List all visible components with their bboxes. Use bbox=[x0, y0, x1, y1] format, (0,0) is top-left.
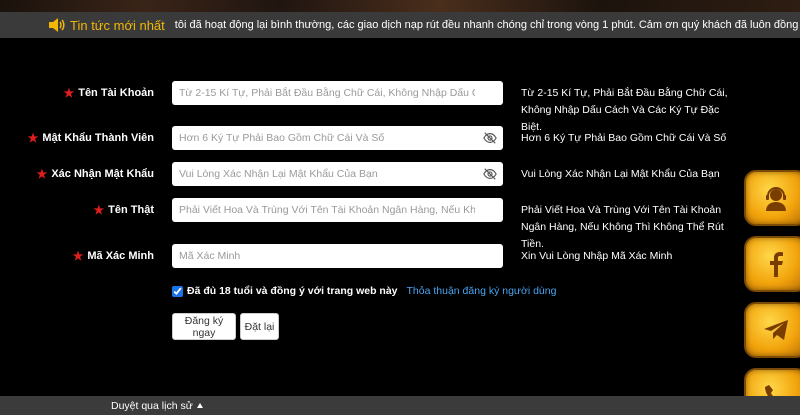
reset-button[interactable]: Đặt lại bbox=[240, 313, 279, 340]
verify-code-hint: Xin Vui Lòng Nhập Mã Xác Minh bbox=[521, 250, 673, 262]
confirm-password-hint: Vui Lòng Xác Nhận Lại Mật Khẩu Của Bạn bbox=[521, 168, 720, 180]
verify-code-input[interactable] bbox=[172, 244, 503, 268]
top-banner-image bbox=[0, 0, 800, 12]
required-star-icon: ★ bbox=[72, 249, 84, 263]
speaker-icon bbox=[49, 18, 65, 32]
agree-text: Đã đủ 18 tuổi và đồng ý với trang web nà… bbox=[187, 285, 398, 297]
verify-code-field[interactable] bbox=[172, 244, 503, 268]
news-ticker: tôi đã hoạt động lại bình thường, các gi… bbox=[174, 19, 800, 31]
history-label: Duyệt qua lịch sử bbox=[111, 399, 193, 412]
real-name-input[interactable] bbox=[172, 198, 503, 222]
history-bar[interactable]: Duyệt qua lịch sử bbox=[0, 396, 800, 415]
agree-checkbox[interactable] bbox=[172, 285, 183, 297]
news-bar: Tin tức mới nhất tôi đã hoạt động lại bì… bbox=[0, 12, 800, 38]
username-input[interactable] bbox=[172, 81, 503, 105]
required-star-icon: ★ bbox=[36, 167, 48, 181]
real-name-label-text: Tên Thật bbox=[108, 204, 154, 216]
password-hint: Hơn 6 Ký Tự Phải Bao Gồm Chữ Cái Và Số bbox=[521, 132, 727, 144]
telegram-button[interactable] bbox=[744, 302, 800, 358]
password-field[interactable] bbox=[172, 126, 503, 150]
eye-off-icon[interactable] bbox=[483, 131, 497, 145]
register-button[interactable]: Đăng ký ngay bbox=[172, 313, 236, 340]
required-star-icon: ★ bbox=[93, 203, 105, 217]
confirm-password-label: ★ Xác Nhận Mật Khẩu bbox=[37, 167, 154, 181]
password-label-text: Mật Khẩu Thành Viên bbox=[42, 132, 154, 144]
telegram-icon bbox=[764, 320, 788, 340]
real-name-label: ★ Tên Thật bbox=[93, 203, 154, 217]
user-agreement-link[interactable]: Thỏa thuận đăng ký người dùng bbox=[407, 285, 557, 297]
verify-code-label-text: Mã Xác Minh bbox=[87, 250, 154, 262]
news-title: Tin tức mới nhất bbox=[70, 17, 165, 33]
required-star-icon: ★ bbox=[27, 131, 39, 145]
confirm-password-label-text: Xác Nhận Mật Khẩu bbox=[51, 168, 154, 180]
support-chat-button[interactable] bbox=[744, 170, 800, 226]
required-star-icon: ★ bbox=[63, 86, 75, 100]
password-input[interactable] bbox=[172, 126, 503, 150]
username-label: ★ Tên Tài Khoản bbox=[63, 86, 154, 100]
verify-code-label: ★ Mã Xác Minh bbox=[73, 249, 154, 263]
facebook-button[interactable] bbox=[744, 236, 800, 292]
username-label-text: Tên Tài Khoản bbox=[78, 87, 154, 99]
confirm-password-input[interactable] bbox=[172, 162, 503, 186]
username-field[interactable] bbox=[172, 81, 503, 105]
password-label: ★ Mật Khẩu Thành Viên bbox=[28, 131, 154, 145]
real-name-field[interactable] bbox=[172, 198, 503, 222]
eye-off-icon[interactable] bbox=[483, 167, 497, 181]
real-name-hint: Phải Viết Hoa Và Trùng Với Tên Tài Khoản… bbox=[521, 204, 724, 250]
arrow-up-icon bbox=[196, 402, 203, 408]
username-hint: Từ 2-15 Kí Tự, Phải Bắt Đầu Bằng Chữ Cái… bbox=[521, 87, 728, 133]
support-agent-icon bbox=[766, 187, 786, 211]
facebook-icon bbox=[770, 252, 783, 277]
confirm-password-field[interactable] bbox=[172, 162, 503, 186]
agree-row: Đã đủ 18 tuổi và đồng ý với trang web nà… bbox=[172, 285, 556, 297]
